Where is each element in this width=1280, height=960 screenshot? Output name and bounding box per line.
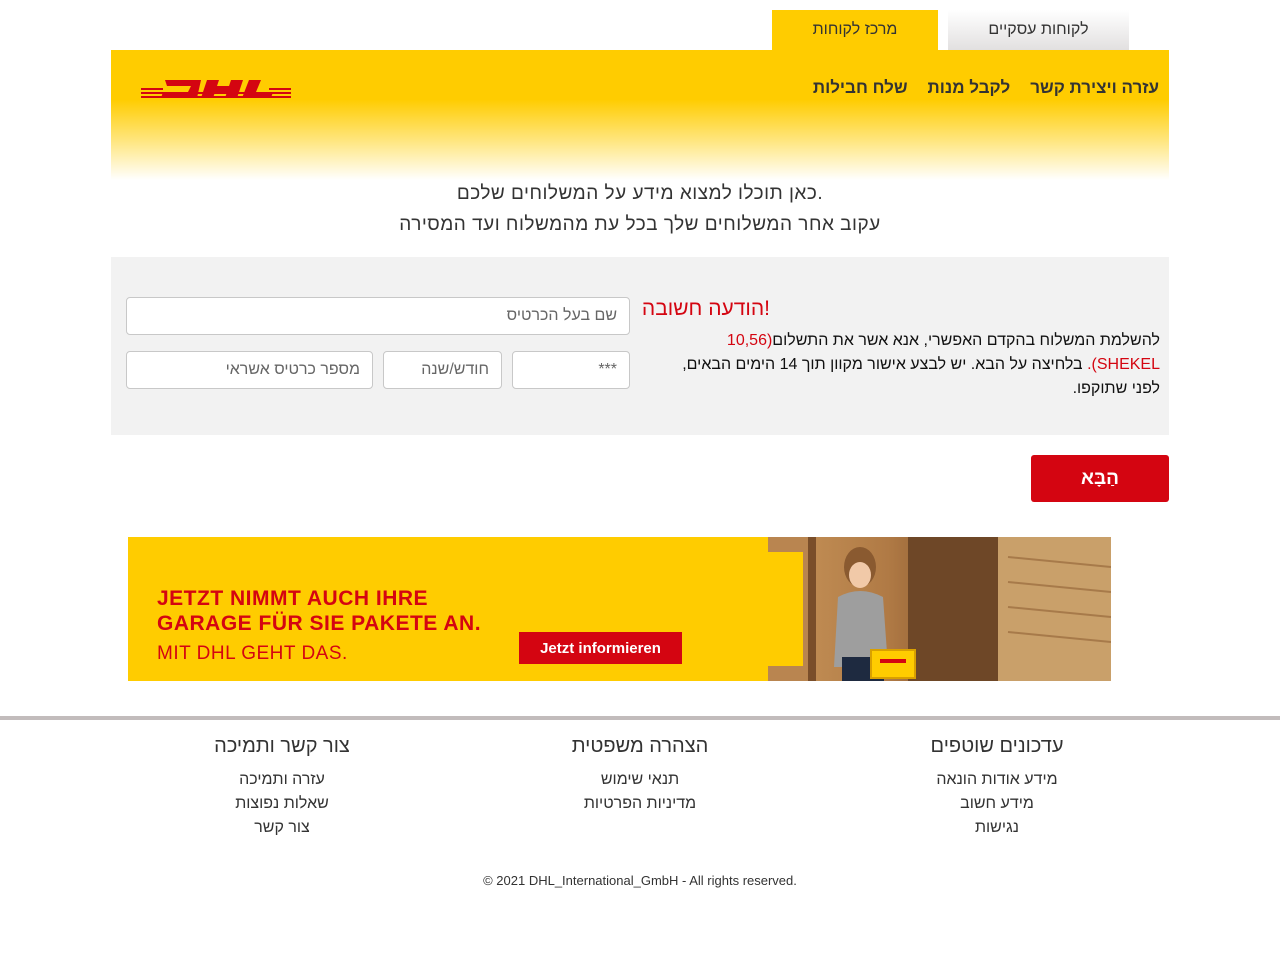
garage-person-illustration (768, 537, 1111, 681)
expiry-date-input[interactable] (383, 351, 502, 389)
footer-column-updates: עדכונים שוטפים מידע אודות הונאה מידע חשו… (847, 735, 1147, 840)
cvv-input[interactable] (512, 351, 630, 389)
footer-heading-updates: עדכונים שוטפים (930, 735, 1064, 757)
banner-cta-button[interactable]: Jetzt informieren (519, 632, 682, 664)
banner-garage-image (768, 537, 1111, 681)
footer-column-legal: הצהרה משפטית תנאי שימוש מדיניות הפרטיות (490, 735, 790, 816)
footer-link-privacy[interactable]: מדיניות הפרטיות (490, 792, 790, 816)
footer-column-contact: צור קשר ותמיכה עזרה ותמיכה שאלות נפוצות … (132, 735, 432, 840)
footer-link-faq[interactable]: שאלות נפוצות (132, 792, 432, 816)
footer-divider (0, 716, 1280, 720)
footer-heading-legal: הצהרה משפטית (571, 735, 709, 757)
promo-banner[interactable]: JETZT NIMMT AUCH IHRE GARAGE FÜR SIE PAK… (128, 537, 1111, 681)
notice-text: להשלמת המשלוח בהקדם האפשרי, אנא אשר את ה… (650, 329, 1160, 401)
card-number-input[interactable] (126, 351, 373, 389)
next-button[interactable]: הַבָּא (1031, 455, 1169, 502)
intro-line-1: כאן תוכלו למצוא מידע על המשלוחים שלכם. (456, 183, 824, 204)
footer-link-help[interactable]: עזרה ותמיכה (132, 768, 432, 792)
notice-title: הודעה חשובה! (641, 297, 770, 320)
main-nav: עזרה ויצירת קשר לקבל מנות שלח חבילות (813, 78, 1159, 98)
banner-headline-1: JETZT NIMMT AUCH IHRE (157, 587, 429, 610)
site-header: עזרה ויצירת קשר לקבל מנות שלח חבילות (111, 50, 1169, 180)
footer-link-important-info[interactable]: מידע חשוב (847, 792, 1147, 816)
dhl-logo[interactable] (141, 78, 291, 102)
footer-link-accessibility[interactable]: נגישות (847, 816, 1147, 840)
nav-help-contact[interactable]: עזרה ויצירת קשר (1030, 78, 1159, 98)
banner-headline-2: GARAGE FÜR SIE PAKETE AN. (157, 612, 482, 635)
cardholder-name-input[interactable] (126, 297, 630, 335)
notice-text-before: להשלמת המשלוח בהקדם האפשרי, אנא אשר את ה… (772, 332, 1160, 349)
tab-business-customers[interactable]: לקוחות עסקיים (948, 10, 1129, 50)
footer-heading-contact: צור קשר ותמיכה (214, 735, 350, 757)
banner-text-area: JETZT NIMMT AUCH IHRE GARAGE FÜR SIE PAK… (143, 552, 803, 666)
footer-link-terms[interactable]: תנאי שימוש (490, 768, 790, 792)
nav-send-packages[interactable]: שלח חבילות (813, 78, 908, 98)
payment-panel: הודעה חשובה! להשלמת המשלוח בהקדם האפשרי,… (111, 257, 1169, 435)
nav-receive-packages[interactable]: לקבל מנות (928, 78, 1011, 98)
footer-link-fraud-info[interactable]: מידע אודות הונאה (847, 768, 1147, 792)
intro-line-2: עקוב אחר המשלוחים שלך בכל עת מהמשלוח ועד… (399, 214, 881, 235)
footer-link-contact[interactable]: צור קשר (132, 816, 432, 840)
copyright-text: © 2021 DHL_International_GmbH - All righ… (483, 873, 797, 888)
tab-customer-center[interactable]: מרכז לקוחות (772, 10, 938, 50)
banner-tagline: MIT DHL GEHT DAS. (157, 643, 348, 664)
